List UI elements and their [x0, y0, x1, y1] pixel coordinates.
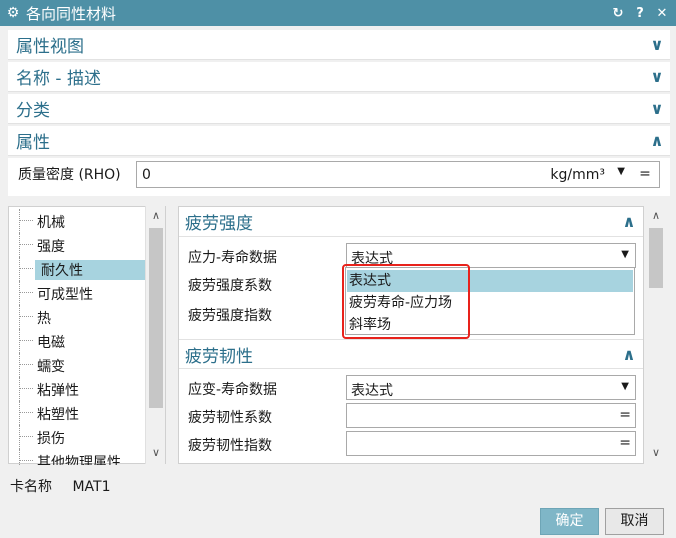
section-name-desc[interactable]: 名称 - 描述 ∨ — [8, 62, 670, 92]
panel-scrollbar[interactable]: ∧ ∨ — [646, 206, 666, 464]
scroll-up-icon[interactable]: ∧ — [646, 209, 666, 222]
fatigue-toughness-exp-field[interactable]: = — [346, 431, 636, 456]
chevron-up-icon[interactable]: ∧ — [644, 131, 670, 150]
gear-icon: ⚙ — [6, 5, 20, 21]
chevron-down-icon[interactable]: ∨ — [644, 99, 670, 118]
chevron-up-icon[interactable]: ∧ — [615, 345, 643, 364]
tree-item-viscoelastic[interactable]: 粘弹性 — [9, 377, 149, 401]
tree-item-electromagnetic[interactable]: 电磁 — [9, 329, 149, 353]
cancel-button[interactable]: 取消 — [605, 508, 664, 535]
tree-item-durability[interactable]: 耐久性 — [9, 257, 149, 281]
scroll-thumb[interactable] — [649, 228, 663, 288]
select-value: 表达式 — [351, 383, 393, 399]
scroll-down-icon[interactable]: ∨ — [646, 446, 666, 459]
section-property-view[interactable]: 属性视图 ∨ — [8, 30, 670, 60]
tree-item-strength[interactable]: 强度 — [9, 233, 149, 257]
close-icon[interactable]: ✕ — [652, 6, 672, 21]
unit-dropdown-icon[interactable]: ▼ — [617, 166, 625, 177]
section-properties[interactable]: 属性 ∧ — [8, 126, 670, 156]
density-label: 质量密度 (RHO) — [18, 167, 121, 183]
fatigue-strength-coef-label: 疲劳强度系数 — [188, 278, 272, 294]
section-category[interactable]: 分类 ∨ — [8, 94, 670, 124]
stress-life-dropdown-list: 表达式 疲劳寿命-应力场 斜率场 — [345, 267, 635, 335]
tree-item-label: 耐久性 — [35, 260, 145, 280]
fatigue-strength-exp-label: 疲劳强度指数 — [188, 308, 272, 324]
chevron-down-icon[interactable]: ∨ — [644, 67, 670, 86]
scroll-up-icon[interactable]: ∧ — [146, 209, 166, 222]
tree-item-label: 机械 — [37, 215, 65, 231]
card-name-row: 卡名称 MAT1 — [10, 476, 110, 496]
strain-life-label: 应变-寿命数据 — [188, 382, 278, 398]
tree-item-label: 强度 — [37, 239, 65, 255]
section-label: 名称 - 描述 — [16, 69, 101, 89]
tree-item-label: 其他物理属性 — [37, 455, 121, 465]
tree-item-creep[interactable]: 蠕变 — [9, 353, 149, 377]
section-label: 疲劳强度 — [185, 214, 253, 234]
stress-life-select[interactable]: 表达式 ▼ — [346, 243, 636, 268]
select-value: 表达式 — [351, 251, 393, 267]
dropdown-option[interactable]: 疲劳寿命-应力场 — [347, 292, 633, 314]
reset-icon[interactable]: ↻ — [608, 6, 628, 21]
tree-item-label: 热 — [37, 311, 51, 327]
dropdown-option[interactable]: 斜率场 — [347, 314, 633, 336]
chevron-down-icon[interactable]: ▼ — [621, 249, 629, 260]
chevron-down-icon[interactable]: ∨ — [644, 35, 670, 54]
section-label: 分类 — [16, 101, 50, 121]
scroll-thumb[interactable] — [149, 228, 163, 408]
chevron-down-icon[interactable]: ▼ — [621, 381, 629, 392]
fatigue-toughness-coef-field[interactable]: = — [346, 403, 636, 428]
help-icon[interactable]: ? — [630, 6, 650, 21]
fatigue-toughness-header[interactable]: 疲劳韧性 ∧ — [179, 339, 643, 369]
tree-item-other-physical[interactable]: 其他物理属性 — [9, 449, 149, 465]
formula-button[interactable]: = — [634, 165, 656, 184]
density-unit[interactable]: kg/mm³ — [550, 167, 605, 183]
tree-item-formability[interactable]: 可成型性 — [9, 281, 149, 305]
section-label: 疲劳韧性 — [185, 346, 253, 367]
tree-item-damage[interactable]: 损伤 — [9, 425, 149, 449]
fatigue-toughness-coef-label: 疲劳韧性系数 — [188, 410, 272, 426]
dropdown-option[interactable]: 表达式 — [347, 270, 633, 292]
tree-item-thermal[interactable]: 热 — [9, 305, 149, 329]
chevron-up-icon[interactable]: ∧ — [615, 212, 643, 231]
tree-item-label: 可成型性 — [37, 287, 93, 303]
density-field[interactable]: 0 kg/mm³ ▼ = — [136, 161, 660, 188]
tree-item-label: 损伤 — [37, 431, 65, 447]
card-name-label: 卡名称 — [10, 479, 52, 495]
tree-item-label: 粘弹性 — [37, 383, 79, 399]
properties-panel: 质量密度 (RHO) 0 kg/mm³ ▼ = — [8, 158, 670, 196]
tree-item-viscoplastic[interactable]: 粘塑性 — [9, 401, 149, 425]
scroll-down-icon[interactable]: ∨ — [146, 446, 166, 459]
section-label: 属性视图 — [16, 37, 84, 57]
tree-item-label: 蠕变 — [37, 359, 65, 375]
fatigue-toughness-exp-label: 疲劳韧性指数 — [188, 438, 272, 454]
fatigue-strength-header[interactable]: 疲劳强度 ∧ — [179, 207, 643, 237]
ok-button[interactable]: 确定 — [540, 508, 599, 535]
density-value[interactable]: 0 — [142, 167, 151, 183]
formula-button[interactable]: = — [619, 407, 631, 423]
title-bar-controls: ↻ ? ✕ — [608, 6, 676, 21]
window-title: 各向同性材料 — [26, 4, 117, 23]
tree-item-label: 电磁 — [37, 335, 65, 351]
property-tree: 机械 强度 耐久性 可成型性 热 电磁 蠕变 粘弹性 粘塑性 损伤 其他物理属性 — [8, 206, 166, 465]
strain-life-select[interactable]: 表达式 ▼ — [346, 375, 636, 400]
tree-scrollbar[interactable]: ∧ ∨ — [145, 206, 165, 464]
stress-life-label: 应力-寿命数据 — [188, 250, 278, 266]
tree-item-label: 粘塑性 — [37, 407, 79, 423]
section-label: 属性 — [16, 133, 50, 153]
card-name-value: MAT1 — [72, 479, 111, 495]
title-bar: ⚙ 各向同性材料 ↻ ? ✕ — [0, 0, 676, 26]
formula-button[interactable]: = — [619, 435, 631, 451]
tree-item-mechanical[interactable]: 机械 — [9, 209, 149, 233]
